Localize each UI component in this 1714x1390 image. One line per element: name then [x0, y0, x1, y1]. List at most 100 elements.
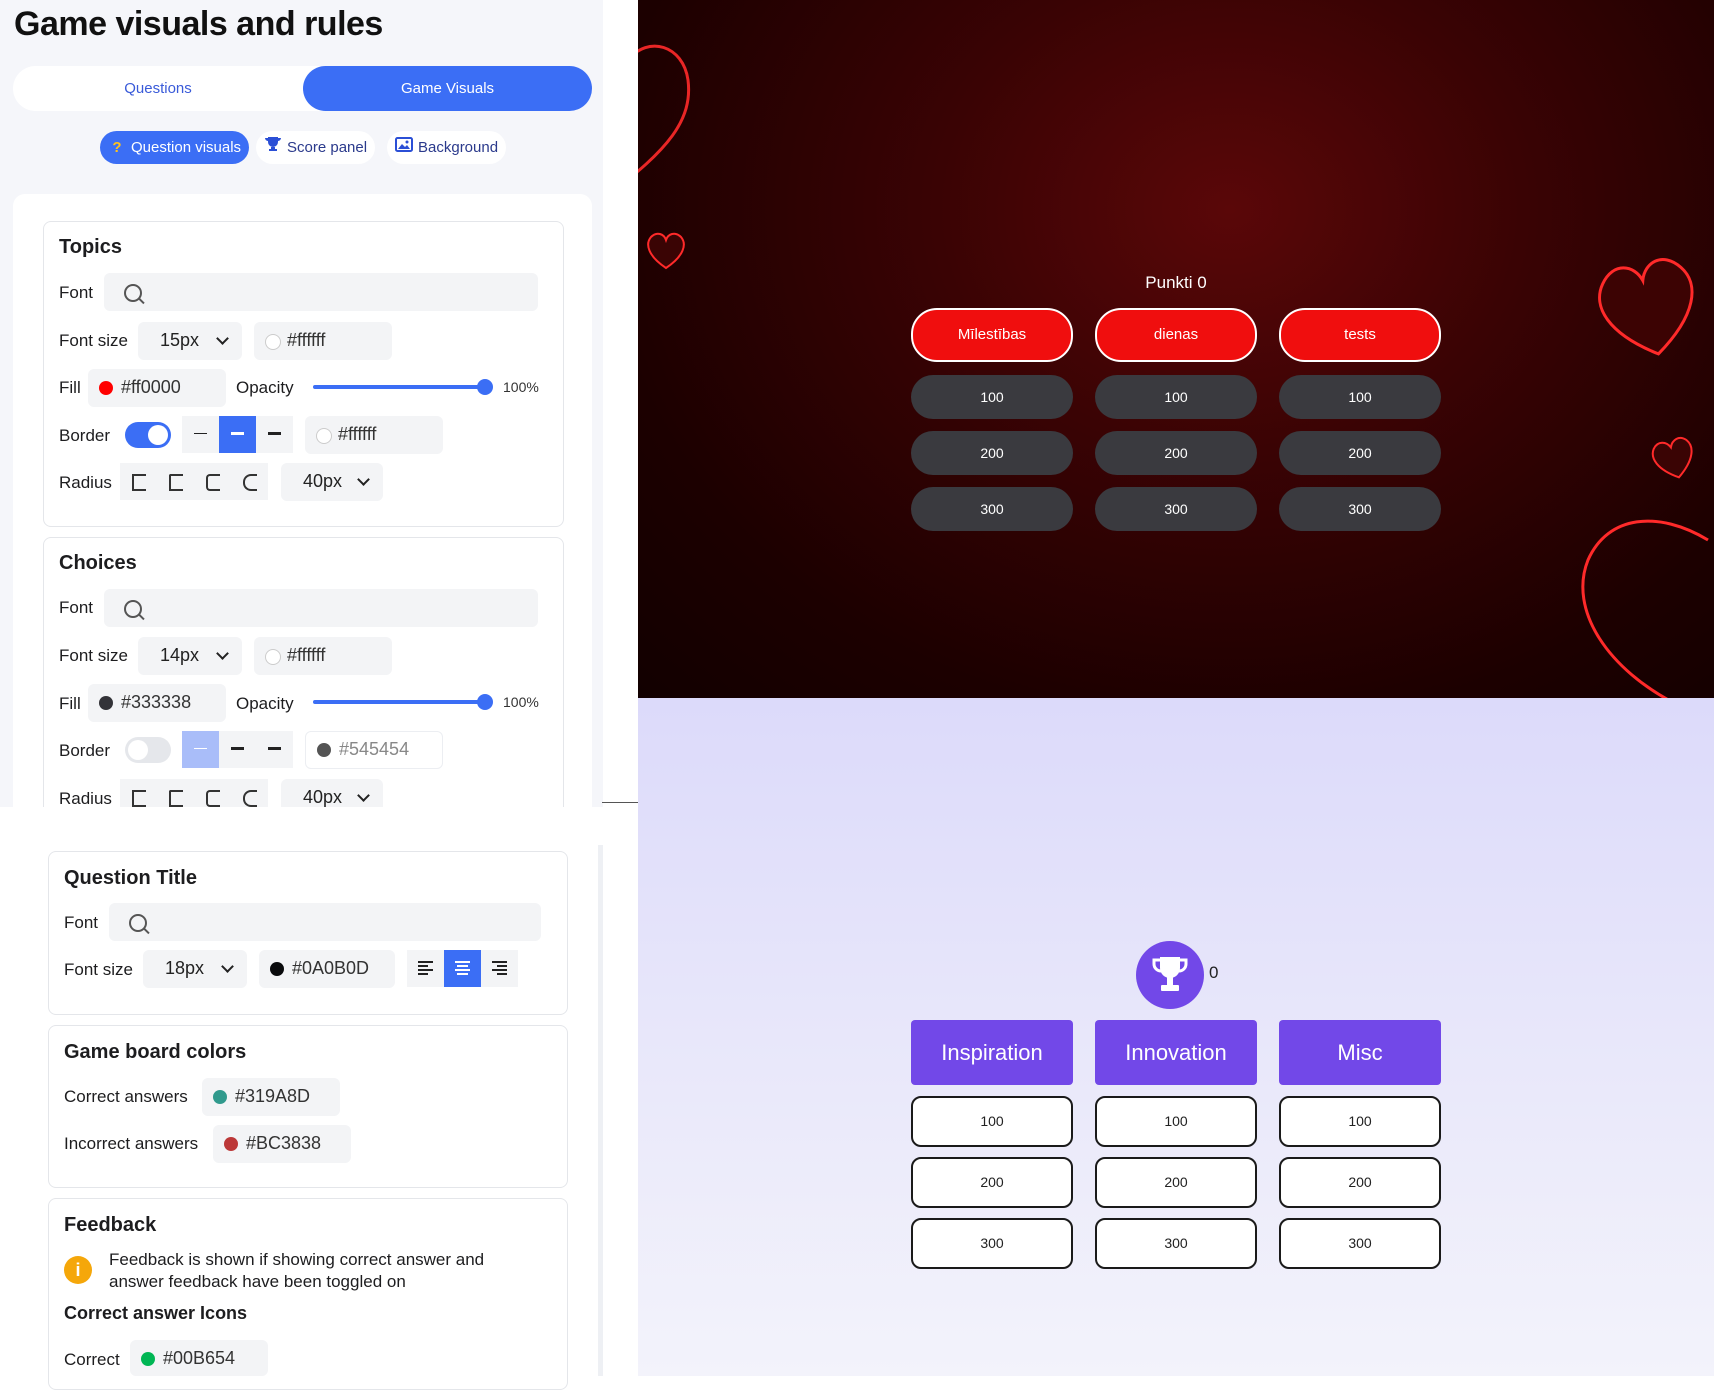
topics-text-color-value: #ffffff: [287, 330, 326, 350]
topics-border-color-value: #ffffff: [338, 424, 377, 444]
question-cell[interactable]: 300: [1095, 487, 1257, 531]
question-title-font-search-input[interactable]: [109, 903, 541, 941]
topics-border-label: Border: [59, 426, 111, 445]
align-left-button[interactable]: [407, 950, 444, 987]
topics-fill-color-value: #ff0000: [121, 377, 181, 397]
choices-radius-corner-tl[interactable]: [120, 779, 157, 807]
trophy-icon: [1152, 957, 1188, 991]
topics-radius-select[interactable]: 40px: [281, 463, 383, 501]
choices-fill-color-picker[interactable]: #333338: [88, 684, 226, 722]
color-swatch: [265, 649, 281, 665]
tab-questions[interactable]: Questions: [13, 66, 303, 111]
chevron-down-icon: [221, 960, 234, 973]
topics-opacity-slider-handle[interactable]: [477, 379, 493, 395]
chevron-down-icon: [216, 647, 229, 660]
question-cell[interactable]: 300: [911, 1218, 1073, 1269]
choices-radius-corner-br[interactable]: [231, 779, 268, 807]
scrollbar-track[interactable]: [598, 845, 603, 1376]
choices-border-toggle[interactable]: [125, 737, 171, 763]
question-title-color-value: #0A0B0D: [292, 958, 370, 978]
choices-opacity-value: 100%: [503, 694, 539, 710]
question-cell[interactable]: 100: [911, 375, 1073, 419]
question-cell[interactable]: 300: [1279, 487, 1441, 531]
choices-font-search-input[interactable]: [104, 589, 538, 627]
topics-border-thick-button[interactable]: [256, 416, 293, 453]
topics-radius-value: 40px: [303, 471, 343, 491]
question-cell[interactable]: 300: [911, 487, 1073, 531]
question-cell[interactable]: 200: [1279, 1157, 1441, 1208]
question-cell[interactable]: 300: [1279, 1218, 1441, 1269]
chevron-down-icon: [216, 332, 229, 345]
question-cell[interactable]: 100: [1279, 1096, 1441, 1147]
subtab-question-visuals[interactable]: ? Question visuals: [100, 131, 250, 164]
question-cell[interactable]: 200: [911, 1157, 1073, 1208]
question-title-font-size-select[interactable]: 18px: [143, 950, 247, 988]
align-right-button[interactable]: [481, 950, 518, 987]
question-cell[interactable]: 200: [911, 431, 1073, 475]
align-center-button[interactable]: [444, 950, 481, 987]
trophy-icon: [264, 131, 282, 164]
topics-border-toggle[interactable]: [125, 422, 171, 448]
tab-game-visuals[interactable]: Game Visuals: [303, 66, 592, 111]
feedback-correct-color-picker[interactable]: #00B654: [130, 1340, 268, 1376]
question-cell[interactable]: 100: [911, 1096, 1073, 1147]
choices-border-medium-button[interactable]: [219, 731, 256, 768]
choices-opacity-slider[interactable]: [313, 700, 485, 704]
question-icon: ?: [112, 139, 122, 156]
topics-text-color-picker[interactable]: #ffffff: [254, 322, 392, 360]
choices-border-thick-button[interactable]: [256, 731, 293, 768]
topics-font-search-input[interactable]: [104, 273, 538, 311]
score-trophy-badge: [1136, 941, 1204, 1009]
choices-radius-corner-bl[interactable]: [194, 779, 231, 807]
topics-border-medium-button[interactable]: [219, 416, 256, 453]
topics-opacity-slider[interactable]: [313, 385, 485, 389]
question-title-font-label: Font: [64, 913, 99, 932]
choices-font-size-select[interactable]: 14px: [138, 637, 242, 675]
question-cell[interactable]: 100: [1279, 375, 1441, 419]
topics-opacity-label: Opacity: [236, 378, 294, 397]
topics-border-thin-button[interactable]: [182, 416, 219, 453]
question-cell[interactable]: 100: [1095, 1096, 1257, 1147]
game-preview-purple: 0 Inspiration Innovation Misc 100 100 10…: [638, 698, 1714, 1376]
choices-border-thin-button[interactable]: [182, 731, 219, 768]
choices-opacity-slider-handle[interactable]: [477, 694, 493, 710]
topic-button[interactable]: Innovation: [1095, 1020, 1257, 1085]
topics-radius-corner-bl[interactable]: [194, 463, 231, 500]
topics-radius-corner-tr[interactable]: [157, 463, 194, 500]
topics-fill-label: Fill: [59, 378, 81, 397]
question-cell[interactable]: 200: [1095, 1157, 1257, 1208]
topic-button[interactable]: tests: [1279, 308, 1441, 362]
subtab-background[interactable]: Background: [387, 131, 507, 164]
choices-text-color-picker[interactable]: #ffffff: [254, 637, 392, 675]
correct-answers-color-picker[interactable]: #319A8D: [202, 1078, 340, 1116]
question-cell[interactable]: 200: [1095, 431, 1257, 475]
topic-button[interactable]: dienas: [1095, 308, 1257, 362]
topic-button[interactable]: Mīlestības: [911, 308, 1073, 362]
question-cell[interactable]: 200: [1279, 431, 1441, 475]
color-swatch: [317, 743, 331, 757]
subtab-label: Question visuals: [131, 139, 242, 156]
incorrect-answers-color-picker[interactable]: #BC3838: [213, 1125, 351, 1163]
subtab-score-panel[interactable]: Score panel: [256, 131, 376, 164]
topic-button[interactable]: Inspiration: [911, 1020, 1073, 1085]
choices-radius-select[interactable]: 40px: [281, 779, 383, 807]
topics-radius-corner-br[interactable]: [231, 463, 268, 500]
topics-border-color-picker[interactable]: #ffffff: [305, 416, 443, 454]
question-cell[interactable]: 300: [1095, 1218, 1257, 1269]
question-title-color-picker[interactable]: #0A0B0D: [259, 950, 395, 988]
search-icon: [124, 600, 142, 618]
question-cell[interactable]: 100: [1095, 375, 1257, 419]
topics-font-size-select[interactable]: 15px: [138, 322, 242, 360]
choices-radius-corner-tr[interactable]: [157, 779, 194, 807]
choices-font-label: Font: [59, 598, 94, 617]
choices-radius-value: 40px: [303, 787, 343, 807]
topics-fill-color-picker[interactable]: #ff0000: [88, 369, 226, 407]
toggle-knob: [128, 740, 148, 760]
topics-radius-corner-tl[interactable]: [120, 463, 157, 500]
topic-button[interactable]: Misc: [1279, 1020, 1441, 1085]
score-text: Punkti 0: [1145, 273, 1207, 292]
choices-border-label: Border: [59, 741, 111, 760]
topics-opacity-value: 100%: [503, 379, 539, 395]
choices-border-color-picker[interactable]: #545454: [305, 731, 443, 769]
choices-border-color-value: #545454: [339, 739, 410, 759]
